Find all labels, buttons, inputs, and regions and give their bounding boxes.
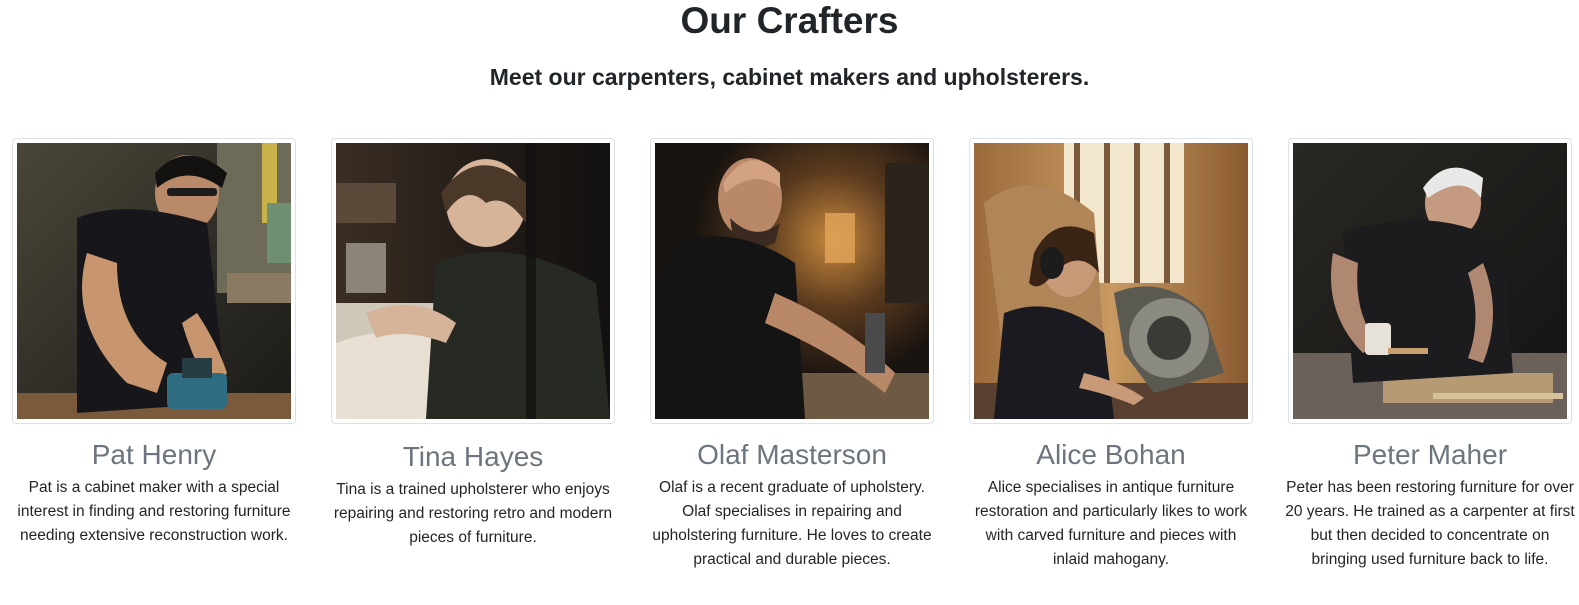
crafter-photo bbox=[17, 143, 291, 419]
crafter-photo bbox=[655, 143, 929, 419]
crafter-card-tina-hayes: Tina Hayes Tina is a trained upholsterer… bbox=[331, 138, 615, 572]
crafter-bio: Tina is a trained upholsterer who enjoys… bbox=[333, 481, 613, 546]
crafter-photo-frame bbox=[12, 138, 296, 424]
crafter-card-alice-bohan: Alice Bohan Alice specialises in antique… bbox=[969, 138, 1253, 572]
crafter-photo bbox=[336, 143, 610, 419]
crafter-card-olaf-masterson: Olaf Masterson Olaf is a recent graduate… bbox=[650, 138, 934, 572]
crafter-name: Olaf Masterson bbox=[697, 439, 887, 470]
page-subtitle: Meet our carpenters, cabinet makers and … bbox=[489, 64, 1090, 90]
crafter-bio: Peter has been restoring furniture for o… bbox=[1285, 479, 1575, 568]
page-title: Our Crafters bbox=[680, 0, 899, 41]
crafter-photo-frame bbox=[650, 138, 934, 424]
crafter-name: Tina Hayes bbox=[402, 441, 544, 472]
crafter-name: Alice Bohan bbox=[1036, 439, 1186, 470]
crafter-bio: Olaf is a recent graduate of upholstery.… bbox=[652, 479, 932, 568]
crafter-name: Pat Henry bbox=[91, 439, 217, 470]
crafter-photo-frame bbox=[1288, 138, 1572, 424]
crafter-name: Peter Maher bbox=[1352, 439, 1508, 470]
crafter-bio: Pat is a cabinet maker with a special in… bbox=[17, 479, 291, 544]
crafter-photo bbox=[1293, 143, 1567, 419]
crafter-photo-frame bbox=[331, 138, 615, 424]
crafter-card-pat-henry: Pat Henry Pat is a cabinet maker with a … bbox=[12, 138, 296, 572]
crafter-card-peter-maher: Peter Maher Peter has been restoring fur… bbox=[1285, 138, 1575, 572]
crafter-photo-frame bbox=[969, 138, 1253, 424]
crafter-photo bbox=[974, 143, 1248, 419]
crafter-bio: Alice specialises in antique furniture r… bbox=[974, 479, 1248, 568]
crafter-cards: Pat Henry Pat is a cabinet maker with a … bbox=[12, 138, 1575, 572]
